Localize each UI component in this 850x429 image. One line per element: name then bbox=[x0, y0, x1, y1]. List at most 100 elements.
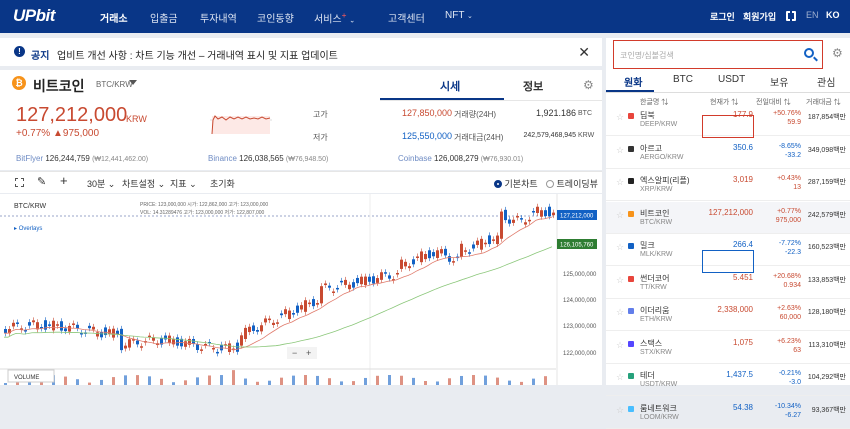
coin-row[interactable]: ☆ 비트코인 BTC/KRW 127,212,000 +0.77% 975,000 242,… bbox=[606, 201, 850, 234]
candle bbox=[296, 305, 299, 313]
gear-icon[interactable]: ⚙ bbox=[832, 46, 843, 60]
coin-row-change-amt: 975,000 bbox=[775, 216, 801, 224]
nav-services[interactable]: 서비스+ ⌄ bbox=[314, 10, 355, 25]
search-icon[interactable] bbox=[804, 48, 814, 58]
candle bbox=[48, 324, 51, 326]
star-icon[interactable]: ☆ bbox=[616, 177, 624, 188]
pencil-icon[interactable]: ✎ bbox=[37, 175, 46, 188]
upbit-logo[interactable]: UPbit bbox=[13, 6, 55, 26]
nav-deposit[interactable]: 입출금 bbox=[150, 10, 178, 25]
price-chart[interactable]: BTC/KRW PRICE: 123,000,000 시가: 122,862,0… bbox=[0, 194, 602, 385]
amount-label: 거래대금(24H) bbox=[454, 133, 504, 142]
coin-logo-icon bbox=[628, 243, 634, 249]
tab-holdings[interactable]: 보유 bbox=[770, 74, 788, 89]
star-icon[interactable]: ☆ bbox=[616, 210, 624, 221]
star-icon[interactable]: ☆ bbox=[616, 275, 624, 286]
overlays-toggle[interactable]: ▸ Overlays bbox=[14, 226, 42, 232]
chart-settings-button[interactable]: 차트설정 ⌄ bbox=[122, 177, 165, 190]
candle bbox=[308, 302, 311, 305]
app-grid-icon[interactable] bbox=[786, 11, 796, 21]
candle bbox=[264, 318, 267, 323]
nav-exchange[interactable]: 거래소 bbox=[100, 10, 128, 25]
coin-row-price: 350.6 bbox=[732, 142, 753, 152]
candlestick-chart[interactable]: BTC/KRW PRICE: 123,000,000 시가: 122,862,0… bbox=[0, 194, 602, 385]
coin-row[interactable]: ☆ 아르고 AERGO/KRW 350.6 -8.65% -33.2 349,098백만 bbox=[606, 137, 850, 169]
lang-en[interactable]: EN bbox=[806, 10, 819, 20]
candle bbox=[476, 240, 479, 245]
interval-select[interactable]: 30분 ⌄ bbox=[87, 177, 115, 190]
star-icon[interactable]: ☆ bbox=[616, 340, 624, 351]
candle bbox=[356, 277, 359, 284]
nav-nft[interactable]: NFT ⌄ bbox=[445, 10, 473, 21]
volume-bar bbox=[400, 375, 403, 385]
star-icon[interactable]: ☆ bbox=[616, 372, 624, 383]
signup-link[interactable]: 회원가입 bbox=[743, 10, 776, 23]
notice-banner[interactable]: ! 공지 업비트 개선 사항 : 차트 기능 개선 – 거래내역 표시 및 지표… bbox=[0, 38, 602, 66]
star-icon[interactable]: ☆ bbox=[616, 242, 624, 253]
candle bbox=[424, 254, 427, 260]
nav-support[interactable]: 고객센터 bbox=[388, 10, 425, 25]
coin-row-volume: 160,523백만 bbox=[807, 244, 846, 251]
candle bbox=[404, 261, 407, 267]
tab-btc[interactable]: BTC bbox=[673, 74, 693, 85]
tab-price[interactable]: 시세 bbox=[440, 78, 460, 94]
basic-chart-radio[interactable]: 기본차트 bbox=[494, 177, 538, 190]
candle bbox=[436, 250, 439, 258]
tab-favorites[interactable]: 관심 bbox=[817, 74, 835, 89]
coin-row-volume: 242,579백만 bbox=[807, 211, 846, 219]
lang-ko[interactable]: KO bbox=[826, 10, 840, 20]
exchange-sub: (₩12,441,462.00) bbox=[92, 156, 149, 163]
candle bbox=[548, 206, 551, 217]
candle bbox=[64, 328, 67, 332]
tab-usdt[interactable]: USDT bbox=[718, 74, 745, 85]
candle bbox=[276, 322, 279, 324]
tab-info[interactable]: 정보 bbox=[523, 78, 543, 94]
star-icon[interactable]: ☆ bbox=[616, 405, 624, 416]
coin-row-change-amt: -33.2 bbox=[785, 151, 801, 159]
crosshair-icon[interactable]: + bbox=[60, 173, 68, 188]
coin-row[interactable]: ☆ 이더리움 ETH/KRW 2,338,000 +2.63% 60,000 128,180… bbox=[606, 299, 850, 331]
coin-list-panel: 코인명/심볼검색 ⚙ 원화 BTC USDT 보유 관심 한글명 ⇅ 현재가 ⇅… bbox=[606, 38, 850, 429]
zoom-in-icon[interactable]: + bbox=[306, 348, 311, 358]
reset-button[interactable]: 초기화 bbox=[210, 177, 235, 190]
indicator-button[interactable]: 지표 ⌄ bbox=[170, 177, 197, 190]
fullscreen-icon[interactable] bbox=[15, 178, 24, 187]
candle bbox=[304, 300, 307, 312]
coin-row[interactable]: ☆ 룸네트워크 LOOM/KRW 54.38 -10.34% -6.27 93,367백만 bbox=[606, 397, 850, 429]
coin-row-change-amt: 0.934 bbox=[783, 281, 801, 289]
coin-name[interactable]: 비트코인 bbox=[33, 76, 85, 96]
coin-row[interactable]: ☆ 스택스 STX/KRW 1,075 +6.23% 63 113,310백만 bbox=[606, 332, 850, 364]
tab-krw[interactable]: 원화 bbox=[624, 74, 642, 89]
coin-row[interactable]: ☆ 테더 USDT/KRW 1,437.5 -0.21% -3.0 104,292백만 bbox=[606, 364, 850, 396]
coin-dropdown-icon[interactable] bbox=[129, 80, 137, 85]
candle bbox=[288, 310, 291, 320]
chart-ohlc-line2: VOL: 14.31289476 고가: 123,000,000 저가: 122… bbox=[140, 209, 265, 216]
chevron-down-icon: ⌄ bbox=[467, 13, 473, 20]
notice-text[interactable]: 업비트 개선 사항 : 차트 기능 개선 – 거래내역 표시 및 지표 업데이트 bbox=[57, 47, 338, 62]
star-icon[interactable]: ☆ bbox=[616, 145, 624, 156]
candle bbox=[352, 282, 355, 288]
login-link[interactable]: 로그인 bbox=[710, 10, 735, 23]
close-icon[interactable]: ✕ bbox=[578, 44, 590, 61]
highlight-box bbox=[702, 250, 754, 273]
exchange-sub: (₩76,930.01) bbox=[480, 156, 524, 163]
volume-bar bbox=[208, 375, 211, 385]
volume-bar bbox=[232, 370, 235, 385]
nav-investments[interactable]: 투자내역 bbox=[200, 10, 237, 25]
top-nav-bar: UPbit 거래소 입출금 투자내역 코인동향 서비스+ ⌄ 고객센터 NFT … bbox=[0, 0, 850, 33]
chart-toolbar: ✎ + 30분 ⌄ 차트설정 ⌄ 지표 ⌄ 초기화 기본차트 트레이딩뷰 bbox=[0, 171, 602, 193]
candle bbox=[280, 313, 283, 316]
coin-row[interactable]: ☆ 엑스알피(리플) XRP/KRW 3,019 +0.43% 13 287,159백만 bbox=[606, 169, 850, 201]
search-input[interactable]: 코인명/심볼검색 bbox=[613, 40, 823, 69]
star-icon[interactable]: ☆ bbox=[616, 307, 624, 318]
nav-coin-trends[interactable]: 코인동향 bbox=[257, 10, 294, 25]
star-icon[interactable]: ☆ bbox=[616, 112, 624, 123]
coin-row-change-pct: -0.21% bbox=[778, 370, 801, 377]
tradingview-radio[interactable]: 트레이딩뷰 bbox=[546, 177, 598, 190]
zoom-out-icon[interactable]: − bbox=[292, 348, 297, 358]
coin-row-change-pct: -10.34% bbox=[774, 402, 801, 410]
gear-icon[interactable]: ⚙ bbox=[583, 78, 594, 92]
basic-chart-label: 기본차트 bbox=[504, 179, 538, 189]
candle bbox=[488, 235, 491, 245]
candle bbox=[368, 276, 371, 282]
